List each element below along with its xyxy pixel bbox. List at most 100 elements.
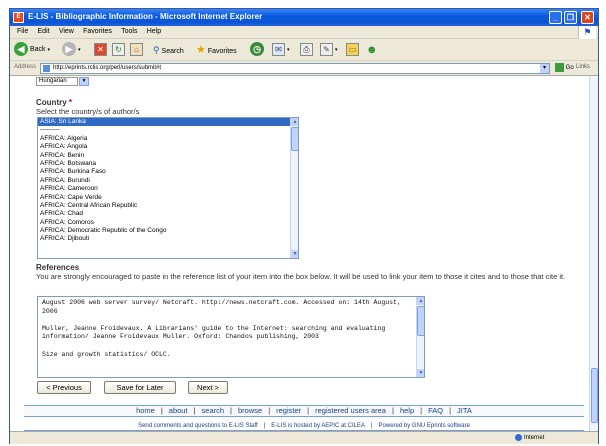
country-label: Country bbox=[36, 98, 67, 107]
nav-link-about[interactable]: about bbox=[169, 406, 188, 415]
country-list-scrollbar[interactable]: ▲ ▼ bbox=[290, 118, 298, 258]
menu-help[interactable]: Help bbox=[147, 28, 161, 35]
print-icon: ⎙ bbox=[300, 42, 313, 56]
page-viewport: Hungarian ▼ Country * Select the country… bbox=[10, 76, 589, 431]
site-nav: home | about | search | browse | register | regist… bbox=[24, 405, 584, 417]
stop-button[interactable]: ✕ bbox=[94, 42, 107, 58]
nav-link-search[interactable]: search bbox=[202, 406, 225, 415]
nav-separator: | bbox=[193, 406, 196, 415]
page-icon bbox=[43, 65, 50, 72]
print-button[interactable]: ⎙ bbox=[300, 42, 313, 58]
country-option[interactable]: AFRICA: Cape Verde bbox=[38, 194, 298, 202]
menu-file[interactable]: File bbox=[17, 28, 28, 35]
favorites-button[interactable]: ★ Favorites bbox=[196, 42, 237, 58]
favorites-label: Favorites bbox=[207, 48, 237, 55]
menu-bar: File Edit View Favorites Tools Help ⚑ bbox=[10, 26, 598, 39]
go-arrow-icon bbox=[555, 63, 564, 72]
ie-app-icon: E bbox=[13, 12, 24, 23]
references-scrollbar[interactable]: ▲ ▼ bbox=[416, 297, 424, 377]
previous-button[interactable]: < Previous bbox=[37, 381, 91, 394]
menu-edit[interactable]: Edit bbox=[38, 28, 50, 35]
country-option[interactable]: AFRICA: Djibouti bbox=[38, 235, 298, 243]
country-option[interactable]: AFRICA: Central African Republic bbox=[38, 202, 298, 210]
stop-icon: ✕ bbox=[94, 42, 107, 56]
country-option[interactable]: AFRICA: Algeria bbox=[38, 135, 298, 143]
title-bar[interactable]: E E-LIS - Bibliographic Information - Mi… bbox=[10, 9, 598, 26]
footer-link[interactable]: Send comments and questions to E-LIS Sta… bbox=[138, 423, 258, 429]
address-dropdown-icon[interactable]: ▾ bbox=[540, 64, 549, 73]
maximize-button[interactable]: ❐ bbox=[564, 11, 577, 24]
back-arrow-icon: ◀ bbox=[14, 42, 28, 57]
search-label: Search bbox=[161, 48, 184, 55]
address-input[interactable]: http://eprints.rclis.org/perl/users/subm… bbox=[40, 63, 550, 74]
home-icon: ⌂ bbox=[130, 42, 143, 56]
security-zone: Internet bbox=[515, 434, 544, 441]
nav-separator: | bbox=[268, 406, 271, 415]
menu-view[interactable]: View bbox=[59, 28, 74, 35]
references-help: You are strongly encouraged to paste in … bbox=[36, 272, 566, 281]
go-label: Go bbox=[565, 65, 574, 72]
nav-link-registered-users-area[interactable]: registered users area bbox=[315, 406, 386, 415]
menu-tools[interactable]: Tools bbox=[121, 28, 137, 35]
scroll-thumb[interactable] bbox=[417, 306, 424, 336]
nav-link-help[interactable]: help bbox=[400, 406, 414, 415]
page-scroll-thumb[interactable] bbox=[591, 368, 598, 423]
nav-separator: | bbox=[307, 406, 310, 415]
chevron-down-icon[interactable]: ▼ bbox=[79, 77, 89, 86]
close-button[interactable]: ✕ bbox=[581, 11, 594, 24]
nav-link-register[interactable]: register bbox=[276, 406, 301, 415]
scroll-down-icon[interactable]: ▼ bbox=[291, 250, 298, 258]
history-button[interactable]: ◷ bbox=[250, 42, 264, 58]
links-button[interactable]: Links bbox=[576, 64, 590, 70]
window-title: E-LIS - Bibliographic Information - Micr… bbox=[28, 12, 263, 21]
messenger-button[interactable]: ☻ bbox=[366, 42, 378, 58]
footer-link[interactable]: Powered by GNU Eprints software bbox=[379, 423, 470, 429]
back-button[interactable]: ◀ Back ▾ bbox=[14, 42, 50, 58]
save-for-later-button[interactable]: Save for Later bbox=[104, 381, 176, 394]
scroll-up-icon[interactable]: ▲ bbox=[291, 118, 298, 126]
references-text: August 2006 web server survey/ Netcraft.… bbox=[42, 299, 401, 358]
nav-link-faq[interactable]: FAQ bbox=[428, 406, 443, 415]
footer-link[interactable]: E-LIS is hosted by AEPIC at CILEA bbox=[271, 423, 365, 429]
scroll-thumb[interactable] bbox=[291, 127, 298, 151]
country-option[interactable]: AFRICA: Cameroon bbox=[38, 185, 298, 193]
minimize-button[interactable]: _ bbox=[549, 11, 562, 24]
menu-favorites[interactable]: Favorites bbox=[83, 28, 112, 35]
forward-button[interactable]: ▶ ▾ bbox=[62, 42, 80, 58]
nav-separator: | bbox=[391, 406, 394, 415]
address-bar: Address http://eprints.rclis.org/perl/us… bbox=[10, 61, 598, 76]
footer-separator: | bbox=[263, 423, 266, 429]
refresh-button[interactable]: ↻ bbox=[112, 42, 125, 58]
go-button[interactable]: Go bbox=[555, 63, 574, 72]
nav-link-browse[interactable]: browse bbox=[238, 406, 262, 415]
page-scrollbar[interactable] bbox=[589, 76, 598, 431]
references-textarea[interactable]: August 2006 web server survey/ Netcraft.… bbox=[37, 296, 425, 378]
home-button[interactable]: ⌂ bbox=[130, 42, 143, 58]
country-option[interactable]: AFRICA: Chad bbox=[38, 210, 298, 218]
mail-button[interactable]: ✉ ▾ bbox=[272, 42, 289, 58]
country-option[interactable]: AFRICA: Comoros bbox=[38, 219, 298, 227]
address-label: Address bbox=[14, 64, 37, 70]
country-option[interactable]: AFRICA: Burkina Faso bbox=[38, 168, 298, 176]
nav-link-jita[interactable]: JITA bbox=[457, 406, 472, 415]
country-option[interactable]: AFRICA: Burundi bbox=[38, 177, 298, 185]
country-option[interactable]: --------- bbox=[38, 126, 298, 134]
country-option[interactable]: AFRICA: Angola bbox=[38, 143, 298, 151]
folder-button[interactable]: ▭ bbox=[346, 42, 359, 58]
next-button[interactable]: Next > bbox=[188, 381, 228, 394]
country-option[interactable]: AFRICA: Democratic Republic of the Congo bbox=[38, 227, 298, 235]
country-option[interactable]: ASIA: Sri Lanka bbox=[38, 118, 298, 127]
nav-link-home[interactable]: home bbox=[136, 406, 155, 415]
messenger-icon: ☻ bbox=[366, 44, 378, 56]
address-url: http://eprints.rclis.org/perl/users/subm… bbox=[53, 65, 162, 71]
scroll-down-icon[interactable]: ▼ bbox=[417, 369, 424, 377]
language-select[interactable]: Hungarian ▼ bbox=[36, 77, 89, 86]
footer-separator: | bbox=[370, 423, 373, 429]
search-button[interactable]: ⚲ Search bbox=[153, 42, 184, 58]
country-listbox[interactable]: ASIA: Sri Lanka --------- AFRICA: Algeria A… bbox=[37, 117, 299, 259]
scroll-up-icon[interactable]: ▲ bbox=[417, 297, 424, 305]
country-option[interactable]: AFRICA: Botswana bbox=[38, 160, 298, 168]
country-help: Select the country/s of author/s bbox=[36, 107, 140, 116]
country-option[interactable]: AFRICA: Benin bbox=[38, 152, 298, 160]
edit-button[interactable]: ✎ ▾ bbox=[320, 42, 337, 58]
